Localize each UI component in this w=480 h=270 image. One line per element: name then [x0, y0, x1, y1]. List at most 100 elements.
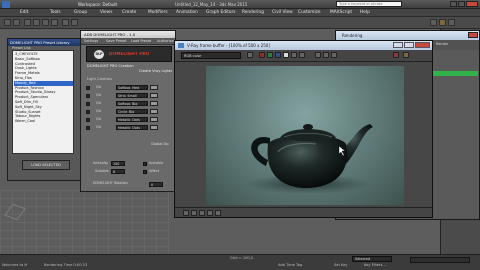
menu-customize[interactable]: Customize — [298, 10, 321, 15]
render-icon[interactable] — [439, 19, 446, 26]
scale-icon[interactable] — [51, 19, 58, 26]
menu-save-preset[interactable]: Save Preset — [106, 39, 127, 43]
light-on-checkbox[interactable] — [86, 102, 90, 106]
light-on-label: On — [96, 125, 101, 129]
app-logo-icon[interactable] — [2, 1, 10, 8]
menu-graph-editors[interactable]: Graph Editors — [206, 10, 236, 15]
menu-settings[interactable]: Settings — [84, 39, 98, 43]
intensity-spinner[interactable]: 100 — [111, 161, 125, 166]
menu-help[interactable]: Help — [360, 10, 370, 15]
light-on-checkbox[interactable] — [86, 118, 90, 122]
mirror-icon[interactable] — [71, 19, 78, 26]
menu-group[interactable]: Group — [74, 10, 87, 15]
undo-icon[interactable] — [4, 19, 11, 26]
menu-rendering[interactable]: Rendering — [242, 10, 264, 15]
create-vray-lights-label[interactable]: Create Vray Lights — [139, 69, 172, 73]
save-image-icon[interactable] — [247, 52, 253, 58]
affect-checkbox[interactable] — [143, 170, 147, 174]
close-button[interactable] — [466, 1, 478, 7]
frame-buffer-toolbar: RGB color — [175, 50, 432, 62]
levels-icon[interactable] — [199, 210, 205, 216]
maximize-button[interactable] — [458, 1, 465, 7]
light-on-checkbox[interactable] — [86, 86, 90, 90]
fb-close-button[interactable] — [415, 42, 430, 48]
light-on-checkbox[interactable] — [86, 126, 90, 130]
menu-modifiers[interactable]: Modifiers — [148, 10, 168, 15]
menu-maxscript[interactable]: MAXScript — [330, 10, 352, 15]
menu-edit[interactable]: Edit — [20, 10, 28, 15]
rotation-spinner[interactable]: 0 — [149, 182, 163, 187]
light-preset-dropdown[interactable]: Strip_Small — [116, 93, 148, 98]
key-filters-button[interactable]: Key Filters... — [364, 263, 386, 267]
channel-dropdown[interactable]: RGB color — [181, 52, 241, 59]
alpha-channel-icon[interactable] — [283, 52, 289, 58]
light-row: On Metallic_Dots — [86, 117, 173, 123]
select-icon[interactable] — [24, 19, 31, 26]
workspace-label[interactable]: Workspace: Default — [78, 2, 117, 7]
rendering-close-button[interactable] — [468, 32, 478, 38]
rendered-image[interactable] — [206, 66, 404, 205]
selection-dropdown[interactable]: Selected — [352, 256, 392, 262]
blue-channel-icon[interactable] — [275, 52, 281, 58]
light-preset-dropdown[interactable]: Softbox_Big — [116, 101, 148, 106]
color-correct-icon[interactable] — [215, 210, 221, 216]
light-preset-dropdown[interactable]: Circle_Big — [116, 109, 148, 114]
menu-create[interactable]: Create — [122, 10, 136, 15]
menu-authorize[interactable]: Authorize — [157, 39, 174, 43]
minimize-button[interactable] — [450, 1, 457, 7]
invisible-checkbox[interactable] — [143, 162, 147, 166]
load-selected-button[interactable]: LOAD SELECTED — [22, 160, 70, 170]
render-teapot-icon[interactable] — [403, 52, 409, 58]
menu-civil-view[interactable]: Civil View — [272, 10, 293, 15]
light-color-swatch[interactable] — [150, 125, 158, 130]
light-color-swatch[interactable] — [150, 85, 158, 90]
light-preset-dropdown[interactable]: Metallic_Dots — [116, 117, 148, 122]
clear-image-icon[interactable] — [299, 52, 305, 58]
track-mouse-icon[interactable] — [315, 52, 321, 58]
list-item[interactable]: Warm_Cool — [14, 119, 73, 124]
move-icon[interactable] — [33, 19, 40, 26]
history-icon[interactable] — [183, 210, 189, 216]
perspective-grid — [0, 190, 170, 254]
light-preset-dropdown[interactable]: Metallic_Dots — [116, 125, 148, 130]
subdivs-spinner[interactable]: 8 — [111, 169, 125, 174]
subdivs-label: Subdivs — [95, 169, 109, 173]
mono-icon[interactable] — [291, 52, 297, 58]
search-input[interactable]: Type a keyword or phrase — [336, 1, 402, 7]
app-title-bar: Workspace: Default Untitled_12_May_14 - … — [0, 0, 480, 9]
light-color-swatch[interactable] — [150, 117, 158, 122]
render-frame-icon[interactable] — [448, 19, 455, 26]
region-render-icon[interactable] — [323, 52, 329, 58]
menu-tools[interactable]: Tools — [50, 10, 61, 15]
light-color-swatch[interactable] — [150, 93, 158, 98]
set-key-button[interactable]: Set Key — [334, 263, 348, 267]
tab-render[interactable]: Render — [436, 42, 448, 46]
brand-name: DOMELIGHT PRO — [109, 52, 150, 57]
stamp-icon[interactable] — [207, 210, 213, 216]
red-channel-icon[interactable] — [259, 52, 265, 58]
domelight-menu: Settings Save Preset Load Preset Authori… — [81, 38, 175, 45]
preset-list[interactable]: 3_CHEVOLTE Basic_Softbox Contrasted Dusk… — [12, 50, 74, 154]
menu-load-preset[interactable]: Load Preset — [131, 39, 151, 43]
fb-maximize-button[interactable] — [404, 42, 414, 48]
light-on-checkbox[interactable] — [86, 110, 90, 114]
light-color-swatch[interactable] — [150, 109, 158, 114]
render-setup-icon[interactable] — [430, 19, 437, 26]
lens-effects-icon[interactable] — [191, 210, 197, 216]
green-channel-icon[interactable] — [267, 52, 273, 58]
rotate-icon[interactable] — [42, 19, 49, 26]
menu-animation[interactable]: Animation — [176, 10, 198, 15]
domelight-window: ADB DOMELIGHT PRO - 1.0 Settings Save Pr… — [80, 30, 176, 192]
menu-views[interactable]: Views — [100, 10, 112, 15]
light-preset-dropdown[interactable]: Softbox_Med — [116, 85, 148, 90]
affect-label: Affect — [149, 169, 160, 173]
snap-icon[interactable] — [62, 19, 69, 26]
redo-icon[interactable] — [13, 19, 20, 26]
light-on-checkbox[interactable] — [86, 94, 90, 98]
light-color-swatch[interactable] — [150, 101, 158, 106]
playback-controls[interactable] — [410, 257, 470, 263]
add-time-tag[interactable]: Add Time Tag — [278, 263, 302, 267]
render-last-icon[interactable] — [331, 52, 337, 58]
fb-minimize-button[interactable] — [393, 42, 403, 48]
stop-render-icon[interactable] — [393, 52, 399, 58]
